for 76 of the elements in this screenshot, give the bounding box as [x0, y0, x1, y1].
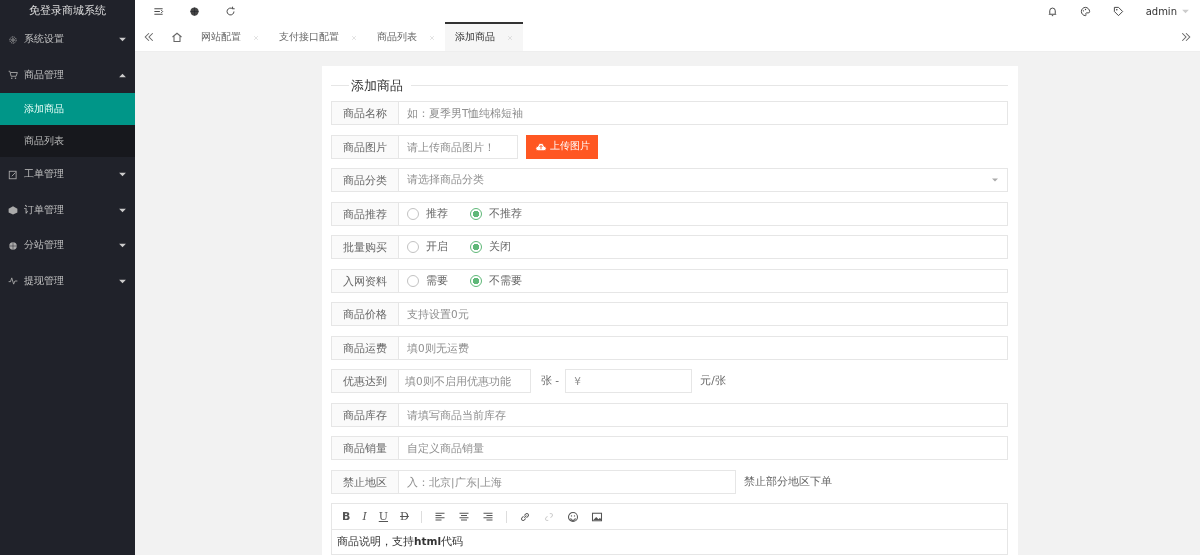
tab[interactable]: 商品列表 [367, 22, 445, 51]
input-field[interactable]: 请上传商品图片！ [399, 134, 518, 159]
note-icon[interactable] [8, 169, 18, 180]
pulse-icon[interactable] [8, 276, 18, 287]
sidebar-item[interactable]: 系统设置 [0, 22, 135, 58]
stack-icon[interactable] [8, 205, 18, 216]
align-center-icon[interactable] [457, 510, 470, 523]
italic-icon[interactable]: I [362, 511, 367, 522]
field-label: 商品销量 [331, 436, 399, 460]
sidebar-item[interactable]: 提现管理 [0, 263, 135, 299]
bold-icon[interactable]: B [342, 511, 351, 522]
form-title: 添加商品 [349, 76, 411, 95]
radio-button[interactable] [470, 207, 482, 220]
double-left-icon[interactable] [143, 30, 155, 43]
menu-icon[interactable] [153, 5, 164, 17]
globe-icon[interactable] [189, 5, 200, 17]
cart-icon[interactable] [8, 70, 18, 81]
radio-option[interactable]: 推荐 [407, 206, 448, 221]
radio-button[interactable] [470, 241, 482, 253]
field-label: 商品推荐 [331, 201, 399, 226]
refresh-icon[interactable] [225, 5, 236, 17]
field-label: 商品库存 [331, 402, 399, 427]
notification-icon[interactable] [1046, 5, 1058, 17]
radio-option[interactable]: 关闭 [470, 240, 511, 254]
palette-icon[interactable] [1079, 5, 1091, 17]
image-icon[interactable] [590, 510, 603, 523]
input-field[interactable]: ¥ [565, 369, 693, 393]
field-label: 商品价格 [331, 302, 399, 326]
tab[interactable]: 网站配置 [191, 22, 269, 51]
input-field[interactable]: 填0则不启用优惠功能 [399, 369, 531, 393]
double-right-icon[interactable] [1180, 30, 1192, 43]
tab[interactable]: 支付接口配置 [269, 22, 367, 51]
field-label: 优惠达到 [331, 369, 399, 393]
sidebar-item[interactable]: 商品管理 [0, 57, 135, 93]
radio-option[interactable]: 需要 [407, 273, 448, 288]
sidebar-subitem[interactable]: 商品列表 [0, 125, 135, 157]
field-label: 禁止地区 [331, 469, 399, 494]
radio-option[interactable]: 开启 [407, 240, 448, 254]
tab[interactable]: 添加商品 [445, 22, 523, 51]
sidebar-item[interactable]: 订单管理 [0, 192, 135, 228]
home-icon[interactable] [171, 30, 183, 43]
field-label: 商品名称 [331, 101, 399, 125]
user-menu[interactable]: admin [1145, 5, 1190, 17]
link-icon[interactable] [518, 510, 531, 523]
unit-label: 元/张 [700, 374, 726, 388]
field-label: 商品图片 [331, 134, 399, 159]
field-label: 商品运费 [331, 335, 399, 360]
input-field[interactable]: 支持设置0元 [399, 302, 1008, 326]
hint-text: 禁止部分地区下单 [744, 474, 832, 489]
unit-label: 张 - [541, 374, 560, 388]
align-right-icon[interactable] [481, 510, 494, 523]
align-left-icon[interactable] [433, 510, 446, 523]
input-field[interactable]: 如：夏季男T恤纯棉短袖 [399, 101, 1008, 125]
editor-text[interactable]: 商品说明，支持html代码 [332, 530, 1007, 554]
strikethrough-icon[interactable]: D [400, 511, 409, 522]
tag-icon[interactable] [1112, 5, 1124, 17]
sidebar-item[interactable]: 工单管理 [0, 157, 135, 193]
sidebar-subitem[interactable]: 添加商品 [0, 93, 135, 125]
underline-icon[interactable]: U [378, 511, 389, 522]
field-label: 批量购买 [331, 235, 399, 259]
radio-option[interactable]: 不推荐 [470, 206, 522, 221]
input-field[interactable]: 自定义商品销量 [399, 436, 1008, 460]
input-field[interactable]: 填0则无运费 [399, 335, 1008, 360]
field-label: 入网资料 [331, 268, 399, 293]
input-field[interactable]: 请填写商品当前库存 [399, 402, 1008, 427]
radio-option[interactable]: 不需要 [470, 273, 522, 288]
radio-button[interactable] [470, 274, 482, 287]
cloud-upload-icon[interactable] [534, 140, 547, 153]
select-field[interactable]: 请选择商品分类 [399, 168, 1008, 192]
gear-icon[interactable] [8, 34, 18, 45]
input-field[interactable]: 入：北京|广东|上海 [399, 469, 736, 494]
smiley-icon[interactable] [566, 510, 579, 523]
field-label: 商品分类 [331, 168, 399, 192]
sidebar-item[interactable]: 分站管理 [0, 228, 135, 264]
globe-icon[interactable] [8, 240, 18, 251]
app-title: 免登录商城系统 [28, 3, 107, 19]
